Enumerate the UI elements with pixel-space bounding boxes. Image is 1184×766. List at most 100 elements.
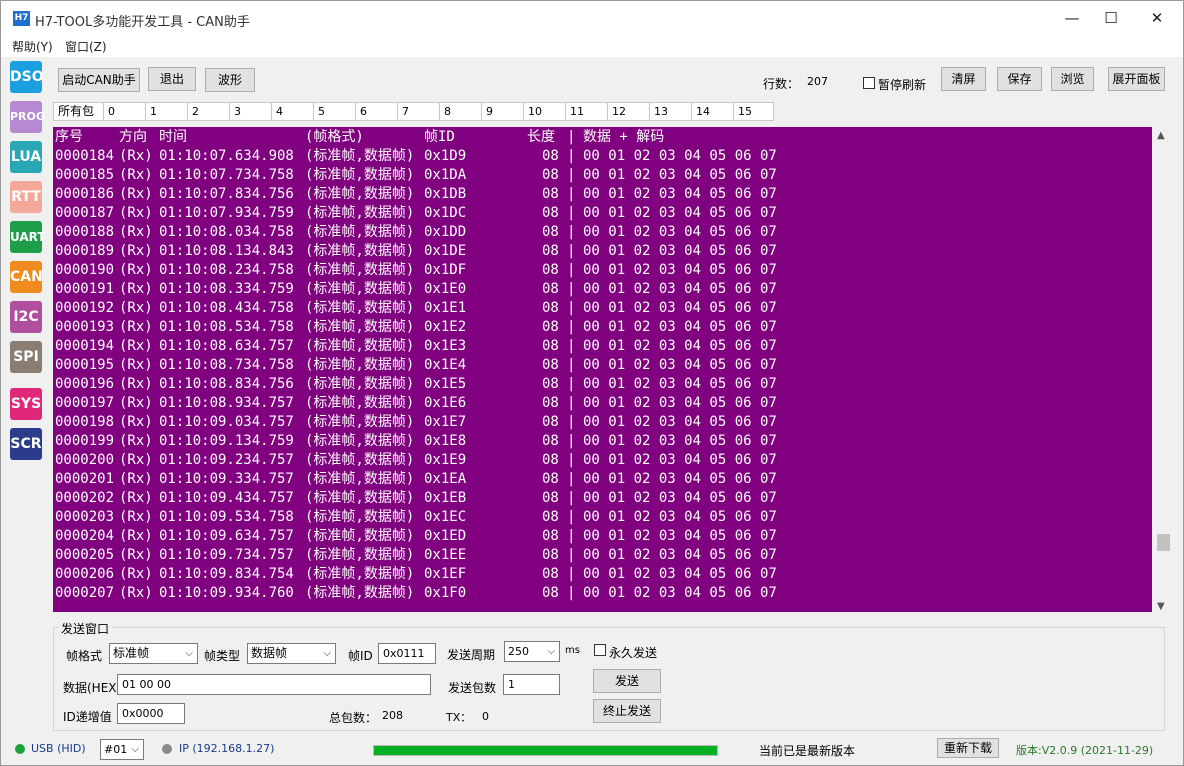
scroll-up-icon[interactable]: ▲ xyxy=(1157,130,1165,141)
pause-refresh-checkbox[interactable] xyxy=(863,77,875,89)
tab-channel-11[interactable]: 11 xyxy=(566,102,608,121)
data-hex-input[interactable]: 01 00 00 xyxy=(117,674,431,695)
waveform-button[interactable]: 波形 xyxy=(205,68,255,92)
table-row: 0000188 (Rx) 01:10:08.034.758 (标准帧,数据帧) 0x1D… xyxy=(53,223,1152,242)
tab-channel-1[interactable]: 1 xyxy=(146,102,188,121)
device-select[interactable]: #01 ⌵ xyxy=(100,739,144,760)
start-can-button[interactable]: 启动CAN助手 xyxy=(58,68,140,92)
table-row: 0000193 (Rx) 01:10:08.534.758 (标准帧,数据帧) 0x1E… xyxy=(53,318,1152,337)
send-period-select[interactable]: 250 ⌵ xyxy=(504,641,560,662)
log-scrollbar[interactable]: ▲ ▼ xyxy=(1154,127,1172,617)
menu-help[interactable]: 帮助(Y) xyxy=(12,38,53,55)
cell-data: 00 01 02 03 04 05 06 07 xyxy=(583,490,777,506)
tab-channel-2[interactable]: 2 xyxy=(188,102,230,121)
cell-len: 08 xyxy=(542,566,559,582)
tab-channel-10[interactable]: 10 xyxy=(524,102,566,121)
tab-all-packets[interactable]: 所有包 xyxy=(53,102,104,121)
tab-channel-13[interactable]: 13 xyxy=(650,102,692,121)
stop-send-button[interactable]: 终止发送 xyxy=(593,699,661,723)
cell-id: 0x1E3 xyxy=(424,338,467,354)
cell-len: 08 xyxy=(542,509,559,525)
clear-screen-button[interactable]: 清屏 xyxy=(941,67,986,91)
cell-seq: 0000198 xyxy=(55,414,115,430)
cell-fmt: (标准帧,数据帧) xyxy=(305,300,415,316)
frame-id-input[interactable]: 0x0111 xyxy=(378,643,436,664)
frame-format-select[interactable]: 标准帧 ⌵ xyxy=(109,643,198,664)
tab-channel-12[interactable]: 12 xyxy=(608,102,650,121)
close-button[interactable]: ✕ xyxy=(1134,1,1180,35)
tab-channel-5[interactable]: 5 xyxy=(314,102,356,121)
module-sidebar: DSO PROG LUA RTT UART CAN I2C SPI SYS SC… xyxy=(6,59,46,569)
cell-time: 01:10:07.734.758 xyxy=(159,167,294,183)
sidebar-item-sys[interactable]: SYS xyxy=(10,388,42,420)
cell-dir: (Rx) xyxy=(119,186,153,202)
cell-dir: (Rx) xyxy=(119,414,153,430)
send-count-input[interactable]: 1 xyxy=(503,674,560,695)
cell-seq: 0000189 xyxy=(55,243,115,259)
can-frame-log[interactable]: 序号 方向 时间 (帧格式) 帧ID 长度 | 数据 + 解码 0000184(… xyxy=(53,127,1152,612)
cell-seq: 0000200 xyxy=(55,452,115,468)
cell-fmt: (标准帧,数据帧) xyxy=(305,376,415,392)
cell-data: 00 01 02 03 04 05 06 07 xyxy=(583,167,777,183)
cell-fmt: (标准帧,数据帧) xyxy=(305,566,415,582)
tab-channel-6[interactable]: 6 xyxy=(356,102,398,121)
scroll-thumb[interactable] xyxy=(1157,534,1170,551)
cell-sep: | xyxy=(567,300,576,316)
cell-time: 01:10:09.934.760 xyxy=(159,585,294,601)
sidebar-item-rtt[interactable]: RTT xyxy=(10,181,42,213)
id-increment-label: ID递增值 xyxy=(63,710,112,724)
cell-data: 00 01 02 03 04 05 06 07 xyxy=(583,319,777,335)
save-button[interactable]: 保存 xyxy=(997,67,1042,91)
cell-sep: | xyxy=(567,205,576,221)
send-period-unit: ms xyxy=(565,645,580,656)
tab-channel-14[interactable]: 14 xyxy=(692,102,734,121)
frame-type-select[interactable]: 数据帧 ⌵ xyxy=(247,643,336,664)
row-count-label: 行数： xyxy=(763,77,800,91)
sidebar-item-scr[interactable]: SCR xyxy=(10,428,42,460)
tab-channel-15[interactable]: 15 xyxy=(734,102,774,121)
sidebar-item-i2c[interactable]: I2C xyxy=(10,301,42,333)
maximize-button[interactable]: ☐ xyxy=(1088,1,1134,35)
tab-channel-8[interactable]: 8 xyxy=(440,102,482,121)
sidebar-item-dso[interactable]: DSO xyxy=(10,61,44,93)
cell-time: 01:10:08.234.758 xyxy=(159,262,294,278)
sidebar-item-can[interactable]: CAN xyxy=(10,261,43,293)
total-packets-label: 总包数： xyxy=(329,711,378,725)
header-seq: 序号 xyxy=(55,129,83,145)
header-dir: 方向 xyxy=(119,129,147,145)
cell-data: 00 01 02 03 04 05 06 07 xyxy=(583,205,777,221)
tab-channel-4[interactable]: 4 xyxy=(272,102,314,121)
id-increment-input[interactable]: 0x0000 xyxy=(117,703,185,724)
cell-len: 08 xyxy=(542,338,559,354)
sidebar-item-lua[interactable]: LUA xyxy=(10,141,42,173)
cell-id: 0x1EB xyxy=(424,490,467,506)
forever-send-checkbox[interactable] xyxy=(594,644,606,656)
sidebar-item-spi[interactable]: SPI xyxy=(10,341,42,373)
sidebar-item-prog[interactable]: PROG xyxy=(10,101,45,133)
cell-id: 0x1E0 xyxy=(424,281,467,297)
tab-channel-3[interactable]: 3 xyxy=(230,102,272,121)
send-window-title: 发送窗口 xyxy=(58,620,113,637)
expand-panel-button[interactable]: 展开面板 xyxy=(1108,67,1165,91)
tab-channel-0[interactable]: 0 xyxy=(104,102,146,121)
tab-channel-9[interactable]: 9 xyxy=(482,102,524,121)
cell-fmt: (标准帧,数据帧) xyxy=(305,452,415,468)
cell-fmt: (标准帧,数据帧) xyxy=(305,547,415,563)
exit-button[interactable]: 退出 xyxy=(148,67,196,91)
menu-window[interactable]: 窗口(Z) xyxy=(65,38,107,55)
sidebar-item-uart[interactable]: UART xyxy=(10,221,46,253)
cell-fmt: (标准帧,数据帧) xyxy=(305,281,415,297)
tab-channel-7[interactable]: 7 xyxy=(398,102,440,121)
browse-button[interactable]: 浏览 xyxy=(1051,67,1094,91)
cell-fmt: (标准帧,数据帧) xyxy=(305,395,415,411)
main-window: H7 H7-TOOL多功能开发工具 - CAN助手 — ☐ ✕ 帮助(Y) 窗口… xyxy=(0,0,1184,766)
scroll-down-icon[interactable]: ▼ xyxy=(1157,601,1165,612)
send-button[interactable]: 发送 xyxy=(593,669,661,693)
cell-sep: | xyxy=(567,547,576,563)
ip-status-label: IP (192.168.1.27) xyxy=(179,742,275,755)
cell-dir: (Rx) xyxy=(119,205,153,221)
cell-data: 00 01 02 03 04 05 06 07 xyxy=(583,414,777,430)
table-row: 0000187 (Rx) 01:10:07.934.759 (标准帧,数据帧) 0x1D… xyxy=(53,204,1152,223)
cell-seq: 0000188 xyxy=(55,224,115,240)
redownload-button[interactable]: 重新下载 xyxy=(937,738,999,758)
